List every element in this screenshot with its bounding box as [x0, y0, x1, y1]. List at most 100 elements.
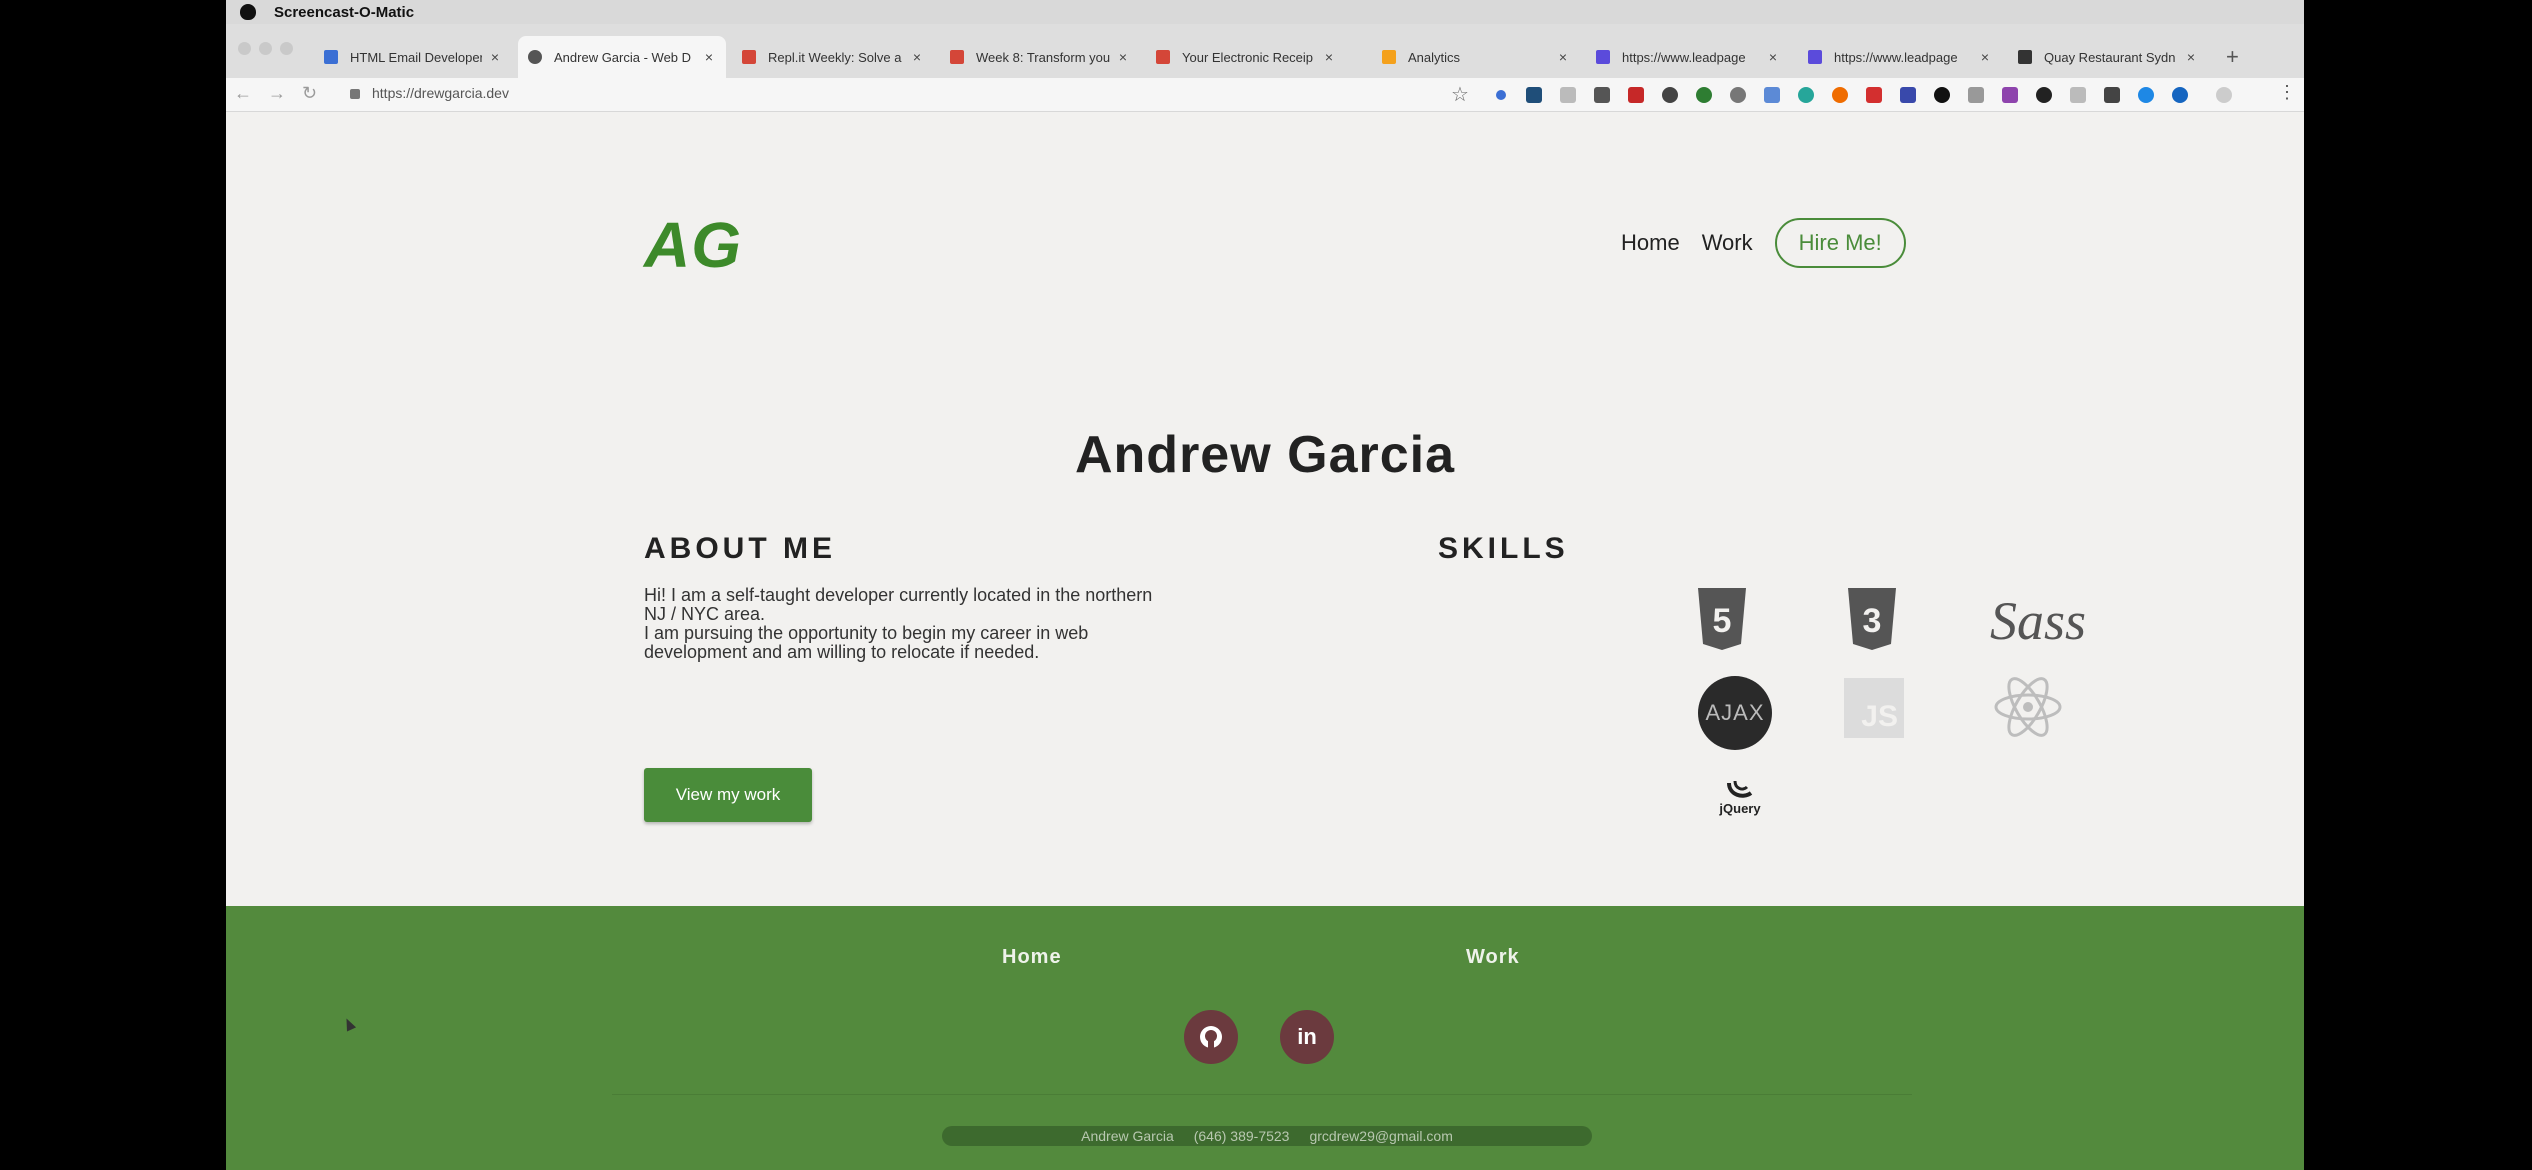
extension-icon[interactable] — [2002, 87, 2018, 103]
skills-heading: SKILLS — [1438, 532, 1569, 565]
browser-tab[interactable]: Quay Restaurant Sydn × — [2008, 36, 2208, 78]
extension-icon[interactable] — [1628, 87, 1644, 103]
browser-tab[interactable]: https://www.leadpage × — [1798, 36, 2002, 78]
browser-tab-active[interactable]: Andrew Garcia - Web D × — [518, 36, 726, 78]
footer-home-link[interactable]: Home — [1002, 946, 1062, 969]
browser-tab[interactable]: Analytics × — [1372, 36, 1580, 78]
tab-title: Your Electronic Receip — [1182, 49, 1314, 65]
gmail-icon — [742, 50, 756, 64]
window-controls — [238, 42, 293, 55]
address-bar[interactable]: https://drewgarcia.dev — [372, 85, 509, 101]
lock-icon — [350, 89, 360, 99]
tab-close-icon[interactable]: × — [488, 49, 502, 65]
tab-close-icon[interactable]: × — [1116, 49, 1130, 65]
mac-menubar: Screencast-O-Matic — [226, 0, 2304, 24]
tab-title: Andrew Garcia - Web D — [554, 49, 692, 65]
site-footer: Home Work in Andrew Garcia (646) 389-752… — [226, 906, 2304, 1170]
tab-close-icon[interactable]: × — [1556, 49, 1570, 65]
screen: Screencast-O-Matic HTML Email Developer … — [226, 0, 2304, 1170]
browser-tab[interactable]: Repl.it Weekly: Solve a × — [732, 36, 934, 78]
tab-title: https://www.leadpage — [1834, 49, 1958, 65]
tab-title: Repl.it Weekly: Solve a — [768, 49, 902, 65]
leadpages-icon — [1596, 50, 1610, 64]
close-window-icon[interactable] — [238, 42, 251, 55]
about-line-2: I am pursuing the opportunity to begin m… — [644, 623, 1089, 662]
tab-close-icon[interactable]: × — [2184, 49, 2198, 65]
tab-close-icon[interactable]: × — [702, 49, 716, 65]
tab-title: https://www.leadpage — [1622, 49, 1746, 65]
jquery-icon: jQuery — [1700, 772, 1780, 822]
extension-icon[interactable] — [1696, 87, 1712, 103]
minimize-window-icon[interactable] — [259, 42, 272, 55]
footer-work-link[interactable]: Work — [1466, 946, 1520, 969]
extension-icon[interactable] — [1900, 87, 1916, 103]
extension-icon[interactable] — [1526, 87, 1542, 103]
tab-close-icon[interactable]: × — [1766, 49, 1780, 65]
nav-home-link[interactable]: Home — [1621, 230, 1680, 256]
extension-icon[interactable] — [1730, 87, 1746, 103]
extension-icon[interactable] — [2036, 87, 2052, 103]
browser-tab[interactable]: Week 8: Transform you × — [940, 36, 1140, 78]
tab-title: Quay Restaurant Sydn — [2044, 49, 2176, 65]
tab-favicon-icon — [324, 50, 338, 64]
extension-icon[interactable] — [1764, 87, 1780, 103]
analytics-icon — [1382, 50, 1396, 64]
footer-name: Andrew Garcia — [1081, 1128, 1174, 1144]
forward-icon[interactable]: → — [268, 83, 286, 104]
extension-icon[interactable] — [2104, 87, 2120, 103]
extension-icon[interactable] — [1594, 87, 1610, 103]
extension-icon[interactable] — [1798, 87, 1814, 103]
extension-icon[interactable] — [1662, 87, 1678, 103]
hire-me-button[interactable]: Hire Me! — [1774, 218, 1906, 268]
tab-close-icon[interactable]: × — [1322, 49, 1336, 65]
browser-tab[interactable]: https://www.leadpage × — [1586, 36, 1790, 78]
linkedin-icon[interactable]: in — [1280, 1010, 1334, 1064]
about-heading: ABOUT ME — [644, 532, 836, 565]
browser-menu-icon[interactable]: ⋮ — [2278, 82, 2296, 103]
extension-icon[interactable] — [2070, 87, 2086, 103]
tab-strip: HTML Email Developer × Andrew Garcia - W… — [226, 24, 2304, 78]
reload-icon[interactable]: ↻ — [302, 83, 317, 104]
extension-icon[interactable] — [1866, 87, 1882, 103]
browser-tab[interactable]: Your Electronic Receip × — [1146, 36, 1346, 78]
app-name[interactable]: Screencast-O-Matic — [274, 4, 414, 21]
maximize-window-icon[interactable] — [280, 42, 293, 55]
site-logo[interactable]: AG — [644, 208, 742, 282]
javascript-icon: JS — [1844, 678, 1904, 738]
top-nav: Home Work Hire Me! — [1621, 218, 1906, 268]
footer-email[interactable]: grcdrew29@gmail.com — [1309, 1128, 1452, 1144]
extension-icon[interactable] — [1496, 90, 1506, 100]
html5-icon: 5 — [1694, 586, 1750, 652]
svg-text:5: 5 — [1713, 602, 1732, 640]
new-tab-icon[interactable]: + — [2226, 44, 2239, 70]
extension-icon[interactable] — [1560, 87, 1576, 103]
svg-text:3: 3 — [1863, 602, 1882, 640]
extension-icon[interactable] — [2138, 87, 2154, 103]
github-icon[interactable] — [1184, 1010, 1238, 1064]
tab-close-icon[interactable]: × — [910, 49, 924, 65]
bookmark-star-icon[interactable]: ☆ — [1451, 82, 1469, 107]
footer-phone[interactable]: (646) 389-7523 — [1194, 1128, 1290, 1144]
tab-close-icon[interactable]: × — [1978, 49, 1992, 65]
footer-divider — [612, 1094, 1912, 1095]
view-my-work-button[interactable]: View my work — [644, 768, 812, 822]
browser-tab[interactable]: HTML Email Developer × — [314, 36, 512, 78]
nav-work-link[interactable]: Work — [1702, 230, 1753, 256]
tab-title: Analytics — [1408, 49, 1461, 65]
extension-icon[interactable] — [2172, 87, 2188, 103]
quay-icon — [2018, 50, 2032, 64]
apple-icon[interactable] — [240, 4, 256, 20]
ajax-icon: AJAX — [1698, 676, 1772, 750]
gmail-icon — [1156, 50, 1170, 64]
react-icon — [1992, 674, 2064, 740]
browser-toolbar: ← → ↻ https://drewgarcia.dev ☆ ⋮ — [226, 78, 2304, 112]
css3-icon: 3 — [1844, 586, 1900, 652]
extension-icon[interactable] — [1832, 87, 1848, 103]
profile-icon[interactable] — [2216, 87, 2232, 103]
back-icon[interactable]: ← — [234, 83, 252, 104]
extension-icon[interactable] — [1968, 87, 1984, 103]
extension-icon[interactable] — [1934, 87, 1950, 103]
leadpages-icon — [1808, 50, 1822, 64]
gmail-icon — [950, 50, 964, 64]
tab-title: Week 8: Transform you — [976, 49, 1110, 65]
